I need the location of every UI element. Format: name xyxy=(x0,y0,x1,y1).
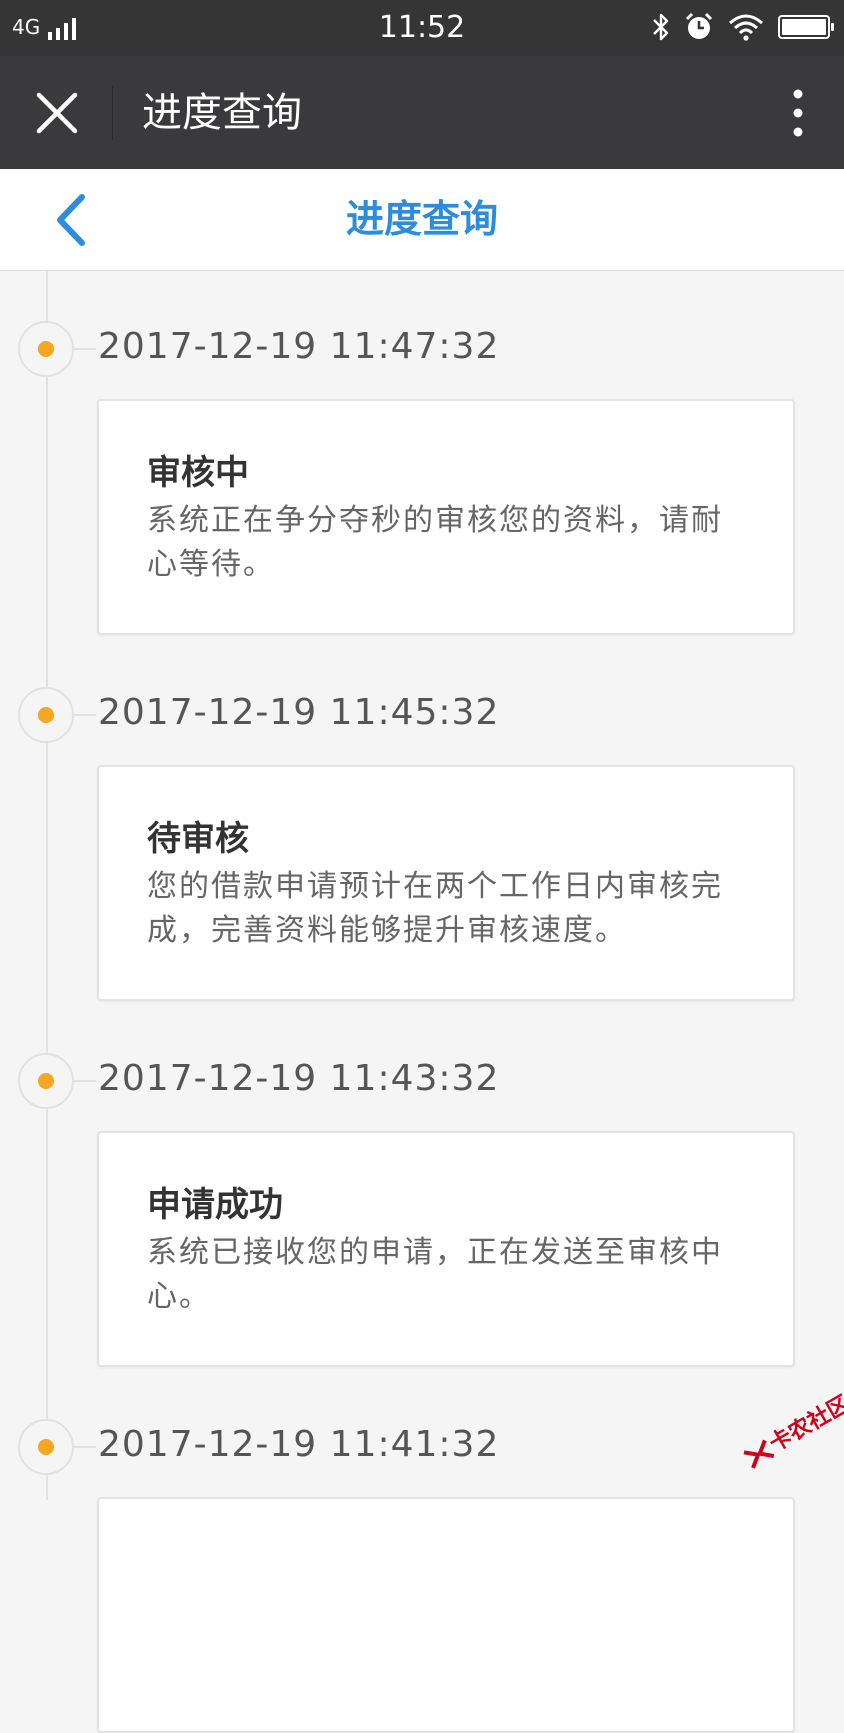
wifi-icon xyxy=(729,14,763,41)
timeline-node-icon xyxy=(18,1053,74,1109)
timeline-timestamp: 2017-12-19 11:43:32 xyxy=(98,1058,500,1099)
timeline-connector xyxy=(74,348,96,350)
status-card: 待审核 您的借款申请预计在两个工作日内审核完成，完善资料能够提升审核速度。 xyxy=(97,765,795,1001)
timeline-connector xyxy=(74,714,96,716)
timeline-connector xyxy=(74,1446,96,1448)
page-title: 进度查询 xyxy=(345,197,498,241)
alarm-icon xyxy=(685,12,713,39)
app-bar-title: 进度查询 xyxy=(142,90,302,136)
timeline-node-icon xyxy=(18,687,74,743)
app-bar: 进度查询 xyxy=(0,56,844,169)
status-description: 系统正在争分夺秒的审核您的资料，请耐心等待。 xyxy=(147,503,723,582)
status-title: 待审核 xyxy=(147,819,249,859)
status-description: 系统已接收您的申请，正在发送至审核中心。 xyxy=(147,1235,723,1314)
timeline-timestamp: 2017-12-19 11:45:32 xyxy=(98,692,500,733)
timeline-timestamp: 2017-12-19 11:41:32 xyxy=(98,1424,500,1465)
page-header: 进度查询 xyxy=(0,169,844,271)
status-card: 申请成功 系统已接收您的申请，正在发送至审核中心。 xyxy=(97,1131,795,1367)
more-vertical-icon[interactable] xyxy=(788,88,808,138)
timeline-node-icon xyxy=(18,1419,74,1475)
status-bar: 4G 11:52 xyxy=(0,0,844,56)
status-description: 您的借款申请预计在两个工作日内审核完成，完善资料能够提升审核速度。 xyxy=(147,869,723,948)
timeline-line xyxy=(46,271,48,1500)
status-card: 审核中 系统正在争分夺秒的审核您的资料，请耐心等待。 xyxy=(97,399,795,635)
progress-timeline: 2017-12-19 11:47:32 审核中 系统正在争分夺秒的审核您的资料，… xyxy=(0,271,844,1733)
status-title: 申请成功 xyxy=(147,1185,283,1225)
status-card xyxy=(97,1497,795,1733)
timeline-timestamp: 2017-12-19 11:47:32 xyxy=(98,326,500,367)
close-icon[interactable] xyxy=(30,86,84,140)
battery-icon xyxy=(778,15,834,39)
status-title: 审核中 xyxy=(147,453,249,493)
timeline-node-icon xyxy=(18,321,74,377)
status-icons xyxy=(652,12,834,42)
timeline-connector xyxy=(74,1080,96,1082)
app-bar-divider xyxy=(112,86,113,140)
bluetooth-icon xyxy=(653,13,669,41)
